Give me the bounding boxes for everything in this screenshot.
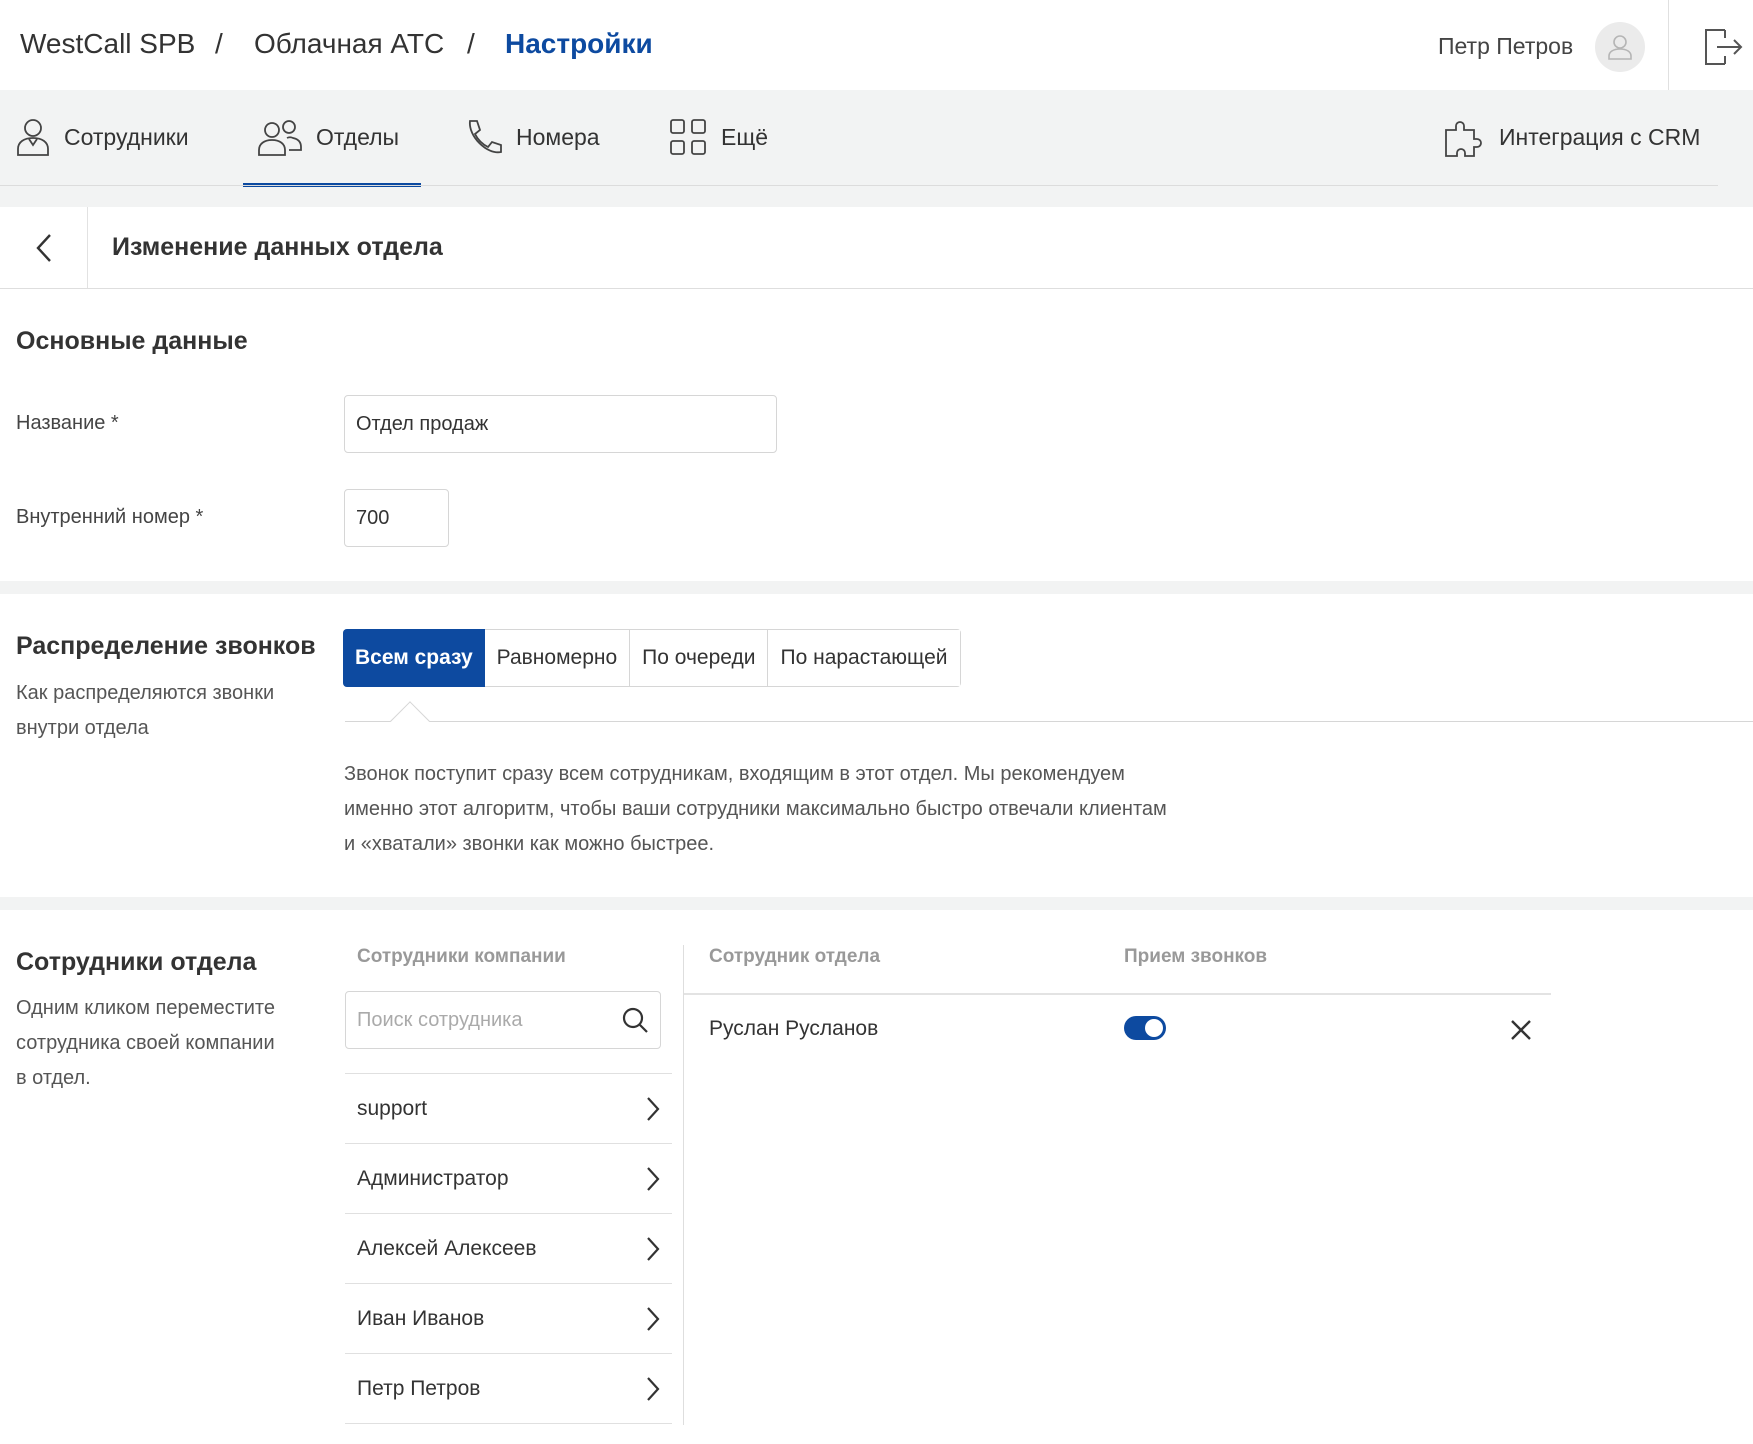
chevron-right-icon [647, 1306, 660, 1331]
departments-icon [258, 120, 302, 156]
breadcrumb-product[interactable]: Облачная АТС [254, 28, 444, 60]
header-divider [1668, 0, 1669, 90]
company-list-item[interactable]: Администратор [345, 1144, 672, 1214]
employee-search-field[interactable]: Поиск сотрудника [345, 991, 661, 1049]
user-name[interactable]: Петр Петров [1438, 33, 1573, 60]
mode-description-line3: и «хватали» звонки как можно быстрее. [344, 833, 715, 855]
breadcrumb-separator: / [215, 28, 223, 59]
distribution-section-title: Распределение звонков [16, 632, 316, 660]
mode-option-queue[interactable]: По очереди [630, 630, 769, 686]
nav-item-employees[interactable]: Сотрудники [16, 115, 189, 159]
breadcrumb-separator: / [467, 28, 475, 59]
nav-item-departments[interactable]: Отделы [258, 115, 399, 159]
employees-section-title: Сотрудники отдела [16, 948, 257, 976]
remove-member-button[interactable] [1505, 1014, 1537, 1046]
department-employee-header: Сотрудник отдела [709, 946, 881, 967]
search-placeholder: Поиск сотрудника [357, 1008, 523, 1031]
breadcrumb-current: Настройки [505, 28, 653, 59]
company-employee-name: Администратор [357, 1166, 509, 1190]
user-icon [1608, 35, 1632, 60]
nav-item-crm[interactable]: Интеграция с CRM [1443, 115, 1700, 159]
nav-item-more[interactable]: Ещё [669, 115, 768, 159]
company-employee-name: Петр Петров [357, 1376, 481, 1400]
mode-option-increasing[interactable]: По нарастающей [768, 630, 960, 686]
receive-calls-toggle[interactable] [1124, 1016, 1166, 1040]
chevron-right-icon [647, 1376, 660, 1401]
distribution-mode-selector: Всем сразу Равномерно По очереди По нара… [343, 629, 961, 687]
nav-item-label: Интеграция с CRM [1499, 123, 1701, 150]
company-employee-name: support [357, 1096, 428, 1120]
lists-divider [683, 945, 684, 1425]
name-input[interactable]: Отдел продаж [344, 395, 777, 453]
company-list-item[interactable]: Иван Иванов [345, 1284, 672, 1354]
nav-item-numbers[interactable]: Номера [464, 115, 600, 159]
breadcrumb-company[interactable]: WestCall SPB [20, 28, 195, 60]
puzzle-icon [1445, 121, 1482, 157]
company-employee-name: Иван Иванов [357, 1306, 485, 1330]
distribution-subtitle-line2: внутри отдела [16, 717, 149, 739]
logout-button[interactable] [1702, 26, 1744, 68]
name-label: Название * [16, 412, 119, 434]
employees-subtitle-line2: сотрудника своей компании [16, 1032, 275, 1054]
chevron-right-icon [647, 1236, 660, 1261]
nav-divider [0, 185, 1718, 186]
basic-section-title: Основные данные [16, 327, 248, 355]
avatar[interactable] [1595, 22, 1645, 72]
company-list-item[interactable]: Алексей Алексеев [345, 1214, 672, 1284]
grid-icon [670, 119, 706, 155]
chevron-left-icon [35, 234, 51, 262]
mode-description-divider [345, 721, 1753, 722]
mode-option-even[interactable]: Равномерно [484, 630, 631, 686]
chevron-right-icon [647, 1166, 660, 1191]
mode-description-line1: Звонок поступит сразу всем сотрудникам, … [344, 763, 1125, 785]
mode-option-all[interactable]: Всем сразу [343, 629, 485, 687]
chevron-right-icon [647, 1096, 660, 1121]
company-list-item[interactable]: support [345, 1074, 672, 1144]
logout-icon [1705, 29, 1743, 65]
nav-item-label: Ещё [721, 123, 769, 150]
basic-data-panel [0, 289, 1753, 581]
distribution-subtitle-line1: Как распределяются звонки [16, 682, 275, 704]
department-member-name: Руслан Русланов [709, 1017, 879, 1040]
extension-input[interactable]: 700 [344, 489, 449, 547]
employee-icon [17, 119, 49, 156]
nav-item-label: Сотрудники [64, 123, 189, 150]
page-title: Изменение данных отдела [112, 233, 443, 261]
extension-label: Внутренний номер * [16, 506, 204, 528]
search-icon[interactable] [621, 1006, 649, 1034]
department-table-header-divider [684, 993, 1551, 995]
company-employees-header: Сотрудники компании [357, 946, 566, 967]
receive-calls-header: Прием звонков [1124, 946, 1268, 967]
back-button[interactable] [0, 207, 88, 289]
nav-item-label: Отделы [316, 123, 400, 150]
phone-icon [469, 120, 502, 154]
nav-item-label: Номера [516, 123, 600, 150]
mode-description-line2: именно этот алгоритм, чтобы ваши сотрудн… [344, 798, 1167, 820]
employees-subtitle-line1: Одним кликом переместите [16, 997, 275, 1019]
close-icon [1511, 1020, 1531, 1040]
company-employee-name: Алексей Алексеев [357, 1236, 537, 1260]
company-list-item[interactable]: Петр Петров [345, 1354, 672, 1424]
employees-subtitle-line3: в отдел. [16, 1067, 91, 1089]
